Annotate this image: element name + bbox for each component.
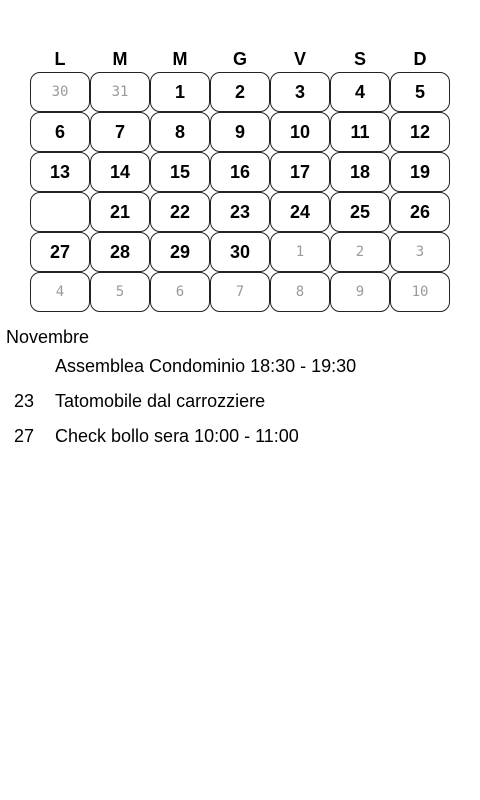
weekday-label: G bbox=[232, 49, 247, 69]
event-title: Assemblea Condominio 18:30 - 19:30 bbox=[55, 356, 357, 376]
calendar-day-cell-outside-month[interactable]: 9 bbox=[330, 272, 390, 312]
calendar-day-cell-outside-month[interactable]: 8 bbox=[270, 272, 330, 312]
calendar-day-cell-outside-month[interactable]: 7 bbox=[210, 272, 270, 312]
weekday-label: S bbox=[353, 49, 366, 69]
calendar-day-cell-outside-month[interactable]: 5 bbox=[90, 272, 150, 312]
calendar-day-cell[interactable]: 30 bbox=[210, 232, 270, 272]
calendar-day-cell[interactable]: 21 bbox=[90, 192, 150, 232]
calendar-day-cell-outside-month[interactable]: 10 bbox=[390, 272, 450, 312]
calendar-day-cell[interactable]: 14 bbox=[90, 152, 150, 192]
event-title: Check bollo sera 10:00 - 11:00 bbox=[55, 426, 299, 446]
calendar-day-cell[interactable]: 10 bbox=[270, 112, 330, 152]
calendar-day-cell[interactable]: 5 bbox=[390, 72, 450, 112]
calendar-day-cell[interactable]: 24 bbox=[270, 192, 330, 232]
calendar-day-cell[interactable]: 8 bbox=[150, 112, 210, 152]
weekday-label: L bbox=[54, 49, 66, 69]
event-list-month-title: Novembre bbox=[6, 327, 90, 347]
calendar-day-cell[interactable]: 28 bbox=[90, 232, 150, 272]
calendar-day-cell-outside-month[interactable]: 3 bbox=[390, 232, 450, 272]
calendar-day-cell[interactable]: 22 bbox=[150, 192, 210, 232]
calendar-day-cell[interactable]: 1 bbox=[150, 72, 210, 112]
event-day: 23 bbox=[14, 391, 35, 411]
calendar-day-cell[interactable]: 17 bbox=[270, 152, 330, 192]
calendar-day-grid: 30 31 1 2 3 4 5 6 7 8 9 10 11 12 13 14 15 16 17 18 19 21 22 23 2… bbox=[30, 72, 452, 312]
calendar-day-cell[interactable]: 6 bbox=[30, 112, 90, 152]
calendar-day-cell[interactable]: 7 bbox=[90, 112, 150, 152]
calendar-day-cell[interactable]: 29 bbox=[150, 232, 210, 272]
calendar-day-cell[interactable]: 23 bbox=[210, 192, 270, 232]
calendar-day-cell-outside-month[interactable]: 30 bbox=[30, 72, 90, 112]
calendar-day-cell[interactable]: 2 bbox=[210, 72, 270, 112]
calendar-day-cell[interactable]: 13 bbox=[30, 152, 90, 192]
calendar-day-cell[interactable]: 4 bbox=[330, 72, 390, 112]
calendar-day-cell[interactable]: 26 bbox=[390, 192, 450, 232]
event-item[interactable]: 23 Tatomobile dal carrozziere bbox=[0, 383, 480, 418]
event-day: 27 bbox=[14, 426, 35, 446]
weekday-label: V bbox=[293, 49, 306, 69]
calendar-day-cell[interactable]: 15 bbox=[150, 152, 210, 192]
weekday-label: M bbox=[172, 49, 188, 69]
calendar-day-cell[interactable]: 12 bbox=[390, 112, 450, 152]
calendar-day-cell[interactable]: 11 bbox=[330, 112, 390, 152]
calendar-day-cell-outside-month[interactable]: 1 bbox=[270, 232, 330, 272]
calendar-day-cell[interactable]: 25 bbox=[330, 192, 390, 232]
calendar-day-cell-outside-month[interactable]: 2 bbox=[330, 232, 390, 272]
calendar-day-cell-outside-month[interactable]: 4 bbox=[30, 272, 90, 312]
calendar-day-cell[interactable]: 27 bbox=[30, 232, 90, 272]
calendar-day-cell[interactable]: 18 bbox=[330, 152, 390, 192]
calendar-day-cell[interactable]: 16 bbox=[210, 152, 270, 192]
calendar-day-cell[interactable]: 9 bbox=[210, 112, 270, 152]
calendar-day-cell[interactable]: 19 bbox=[390, 152, 450, 192]
weekday-header: L M M G V S D bbox=[30, 46, 452, 72]
event-item[interactable]: 27 Check bollo sera 10:00 - 11:00 bbox=[0, 418, 480, 453]
calendar-day-cell[interactable]: 3 bbox=[270, 72, 330, 112]
event-title: Tatomobile dal carrozziere bbox=[55, 391, 266, 411]
calendar-day-cell-outside-month[interactable]: 31 bbox=[90, 72, 150, 112]
event-list: Novembre Assemblea Condominio 18:30 - 19… bbox=[0, 326, 480, 453]
weekday-label: M bbox=[112, 49, 128, 69]
weekday-label: D bbox=[413, 49, 427, 69]
calendar-day-cell-outside-month[interactable]: 6 bbox=[150, 272, 210, 312]
calendar-day-cell[interactable] bbox=[30, 192, 90, 232]
event-item[interactable]: Assemblea Condominio 18:30 - 19:30 bbox=[0, 348, 480, 383]
month-calendar: L M M G V S D 30 31 1 2 3 4 5 6 7 8 9 10 11 12 13 14 15 1… bbox=[30, 46, 452, 312]
